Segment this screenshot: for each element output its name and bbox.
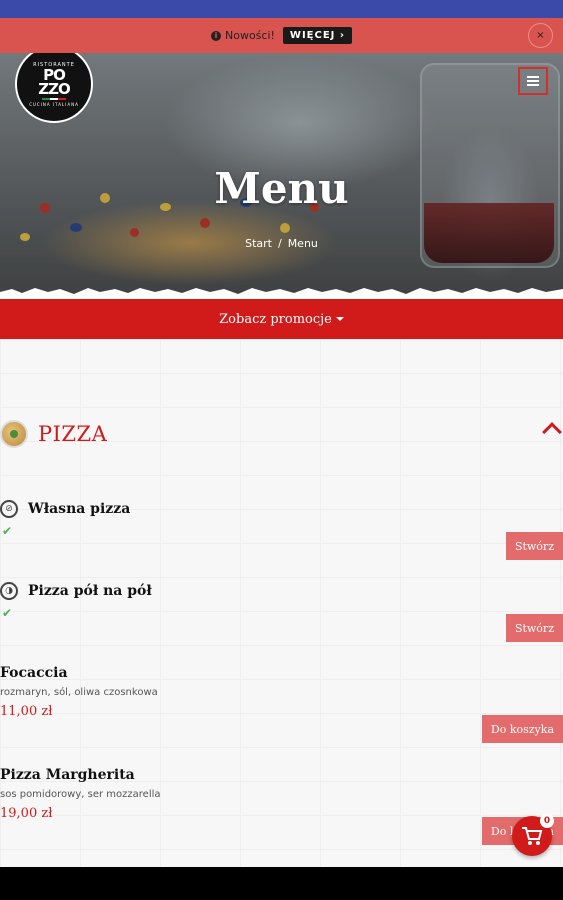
cart-button[interactable]: 0 bbox=[512, 814, 554, 856]
menu-item: Focaccia rozmaryn, sól, oliwa czosnkowa … bbox=[0, 665, 563, 743]
hero-banner: RISTORANTE PO ZZO CUCINA ITALIANA Menu S… bbox=[0, 53, 563, 300]
logo-bottom-text: CUCINA ITALIANA bbox=[29, 101, 79, 107]
breadcrumb-start[interactable]: Start bbox=[245, 237, 272, 250]
half-half-pizza-icon: ◑ bbox=[0, 582, 18, 600]
item-name: Pizza pół na pół bbox=[28, 583, 152, 599]
create-button[interactable]: Stwórz bbox=[505, 614, 563, 642]
news-notice-bar: i Nowości! WIĘCEJ › × bbox=[0, 18, 563, 53]
available-check-icon: ✔ bbox=[2, 606, 13, 620]
news-notice: i Nowości! bbox=[210, 29, 275, 42]
cart-count-badge: 0 bbox=[540, 814, 554, 828]
caret-down-icon bbox=[335, 317, 344, 321]
menu-item: Pizza Margherita sos pomidorowy, ser moz… bbox=[0, 767, 563, 845]
create-button[interactable]: Stwórz bbox=[505, 532, 563, 560]
promotions-toggle[interactable]: Zobacz promocje bbox=[0, 299, 563, 339]
italian-flag-icon bbox=[42, 97, 66, 100]
menu-item: ◑ Pizza pół na pół ✔ Stwórz bbox=[0, 582, 563, 642]
logo-main-line-2: ZZO bbox=[38, 79, 71, 98]
item-name: Focaccia bbox=[0, 665, 68, 681]
menu-content: PIZZA ⊘ Własna pizza ✔ Stwórz ◑ Pizza pó… bbox=[0, 339, 563, 867]
browser-top-bar bbox=[0, 0, 563, 18]
item-description: rozmaryn, sól, oliwa czosnkowa bbox=[0, 687, 158, 698]
item-name: Własna pizza bbox=[28, 501, 131, 517]
promotions-label: Zobacz promocje bbox=[219, 311, 332, 327]
hamburger-menu-icon[interactable] bbox=[518, 67, 548, 95]
breadcrumb-current: Menu bbox=[287, 237, 318, 250]
category-title: PIZZA bbox=[38, 422, 108, 446]
category-header-pizza[interactable]: PIZZA bbox=[0, 409, 563, 459]
page-title: Menu bbox=[214, 164, 349, 213]
chevron-up-icon[interactable] bbox=[542, 422, 562, 442]
info-icon: i bbox=[210, 30, 221, 41]
available-check-icon: ✔ bbox=[2, 524, 13, 538]
torn-paper-edge bbox=[0, 288, 563, 300]
item-price: 11,00 zł bbox=[0, 704, 53, 719]
breadcrumb-separator: / bbox=[277, 237, 282, 250]
pizza-category-icon bbox=[0, 420, 28, 448]
breadcrumb: Start / Menu bbox=[0, 237, 563, 250]
bottom-bar bbox=[0, 867, 563, 900]
custom-pizza-icon: ⊘ bbox=[0, 500, 18, 518]
item-description: sos pomidorowy, ser mozzarella bbox=[0, 789, 161, 800]
close-notice-button[interactable]: × bbox=[528, 23, 553, 48]
news-notice-text: Nowości! bbox=[224, 29, 275, 42]
item-price: 19,00 zł bbox=[0, 806, 53, 821]
menu-item: ⊘ Własna pizza ✔ Stwórz bbox=[0, 500, 563, 560]
item-name: Pizza Margherita bbox=[0, 767, 135, 783]
more-button[interactable]: WIĘCEJ › bbox=[282, 27, 352, 44]
shopping-cart-icon bbox=[522, 827, 543, 845]
add-to-cart-button[interactable]: Do koszyka bbox=[481, 715, 563, 743]
